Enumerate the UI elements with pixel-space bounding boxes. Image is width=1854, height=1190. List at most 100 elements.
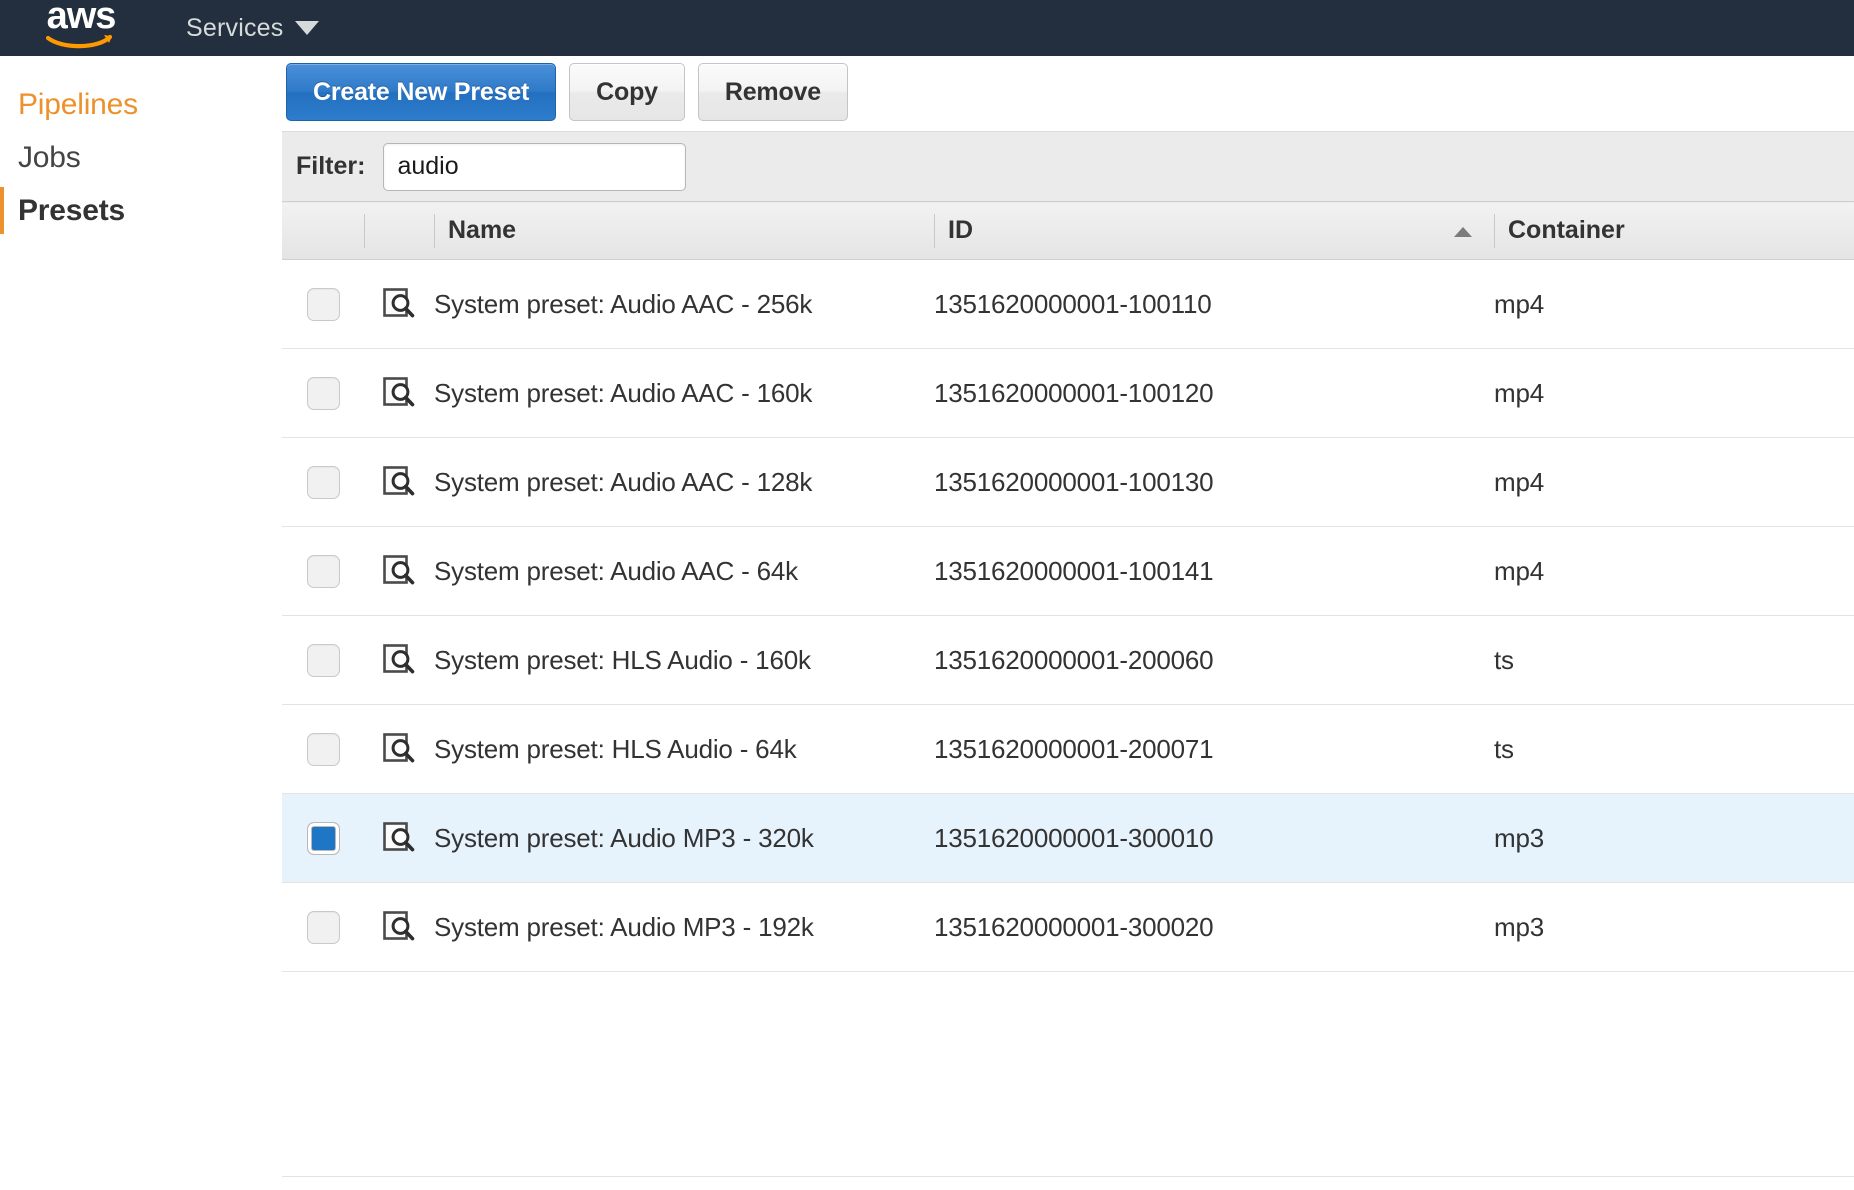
column-header-container[interactable]: Container (1494, 201, 1854, 260)
filter-label: Filter: (296, 152, 366, 180)
row-container-cell: mp4 (1494, 348, 1854, 438)
preset-name: System preset: Audio MP3 - 320k (434, 822, 814, 853)
preset-name: System preset: HLS Audio - 160k (434, 644, 811, 675)
row-checkbox[interactable] (306, 643, 340, 677)
preset-container: mp4 (1494, 466, 1544, 497)
row-container-cell: mp4 (1494, 526, 1854, 616)
row-name-cell: System preset: Audio AAC - 256k (434, 259, 934, 349)
row-select-cell (282, 704, 364, 794)
preset-container: mp3 (1494, 911, 1544, 942)
left-sidebar: Pipelines Jobs Presets (0, 56, 282, 1190)
column-header-id-label: ID (948, 216, 973, 244)
preset-container: mp3 (1494, 822, 1544, 853)
column-header-name[interactable]: Name (434, 201, 934, 260)
row-view-cell (364, 437, 434, 527)
aws-top-navbar: aws Services (0, 0, 1854, 56)
column-header-view (364, 201, 434, 260)
row-name-cell: System preset: HLS Audio - 160k (434, 615, 934, 705)
table-row[interactable]: System preset: Audio AAC - 256k 135162000… (282, 259, 1854, 349)
row-view-cell (364, 704, 434, 794)
view-details-icon[interactable] (382, 910, 416, 941)
row-view-cell (364, 882, 434, 972)
table-row[interactable]: System preset: Audio AAC - 160k 135162000… (282, 348, 1854, 438)
sidebar-item-jobs[interactable]: Jobs (0, 131, 282, 184)
row-name-cell: System preset: HLS Audio - 64k (434, 704, 934, 794)
row-id-cell: 1351620000001-200060 (934, 615, 1494, 705)
row-name-cell: System preset: Audio MP3 - 192k (434, 882, 934, 972)
view-details-icon[interactable] (382, 821, 416, 852)
view-details-icon[interactable] (382, 732, 416, 763)
aws-smile-icon (46, 34, 113, 49)
main-content: Create New Preset Copy Remove Filter: Na… (282, 56, 1854, 1190)
services-menu-label: Services (186, 13, 284, 42)
table-bottom-divider (282, 1176, 1854, 1177)
sidebar-item-pipelines[interactable]: Pipelines (0, 78, 282, 131)
row-checkbox[interactable] (306, 554, 340, 588)
table-row[interactable]: System preset: HLS Audio - 64k 1351620000… (282, 704, 1854, 794)
table-row[interactable]: System preset: Audio MP3 - 320k 135162000… (282, 793, 1854, 883)
row-checkbox[interactable] (306, 376, 340, 410)
row-container-cell: mp4 (1494, 259, 1854, 349)
table-row[interactable]: System preset: Audio AAC - 128k 135162000… (282, 437, 1854, 527)
preset-id: 1351620000001-100120 (934, 377, 1214, 408)
row-container-cell: ts (1494, 615, 1854, 705)
column-header-name-label: Name (448, 216, 517, 244)
preset-name: System preset: Audio MP3 - 192k (434, 911, 814, 942)
aws-smile-logo[interactable]: aws (38, 0, 124, 51)
row-id-cell: 1351620000001-300020 (934, 882, 1494, 972)
row-container-cell: mp3 (1494, 793, 1854, 883)
row-id-cell: 1351620000001-300010 (934, 793, 1494, 883)
table-row[interactable]: System preset: HLS Audio - 160k 135162000… (282, 615, 1854, 705)
view-details-icon[interactable] (382, 376, 416, 407)
column-header-container-label: Container (1508, 216, 1625, 244)
row-id-cell: 1351620000001-100110 (934, 259, 1494, 349)
row-container-cell: ts (1494, 704, 1854, 794)
table-row[interactable]: System preset: Audio MP3 - 192k 135162000… (282, 882, 1854, 972)
preset-id: 1351620000001-100141 (934, 555, 1214, 586)
presets-toolbar: Create New Preset Copy Remove (282, 56, 1854, 131)
create-new-preset-button[interactable]: Create New Preset (286, 63, 557, 121)
row-select-cell (282, 793, 364, 883)
preset-name: System preset: HLS Audio - 64k (434, 733, 797, 764)
preset-id: 1351620000001-300020 (934, 911, 1214, 942)
row-checkbox[interactable] (306, 910, 340, 944)
row-id-cell: 1351620000001-200071 (934, 704, 1494, 794)
column-header-id[interactable]: ID (934, 201, 1494, 260)
row-id-cell: 1351620000001-100120 (934, 348, 1494, 438)
presets-table: Name ID Container System preset: Audio A… (282, 201, 1854, 972)
table-row[interactable]: System preset: Audio AAC - 64k 1351620000… (282, 526, 1854, 616)
sort-ascending-icon (1454, 226, 1472, 237)
preset-name: System preset: Audio AAC - 128k (434, 466, 813, 497)
preset-name: System preset: Audio AAC - 64k (434, 555, 798, 586)
presets-table-body: System preset: Audio AAC - 256k 135162000… (282, 259, 1854, 972)
services-menu-button[interactable]: Services (186, 0, 320, 56)
row-select-cell (282, 882, 364, 972)
view-details-icon[interactable] (382, 643, 416, 674)
view-details-icon[interactable] (382, 287, 416, 318)
remove-button[interactable]: Remove (697, 63, 848, 121)
column-header-select (282, 201, 364, 260)
copy-button[interactable]: Copy (569, 63, 685, 121)
view-details-icon[interactable] (382, 554, 416, 585)
preset-id: 1351620000001-100110 (934, 288, 1212, 319)
view-details-icon[interactable] (382, 465, 416, 496)
row-checkbox[interactable] (306, 821, 340, 855)
row-view-cell (364, 615, 434, 705)
row-select-cell (282, 437, 364, 527)
preset-id: 1351620000001-200060 (934, 644, 1214, 675)
row-name-cell: System preset: Audio AAC - 128k (434, 437, 934, 527)
row-name-cell: System preset: Audio AAC - 64k (434, 526, 934, 616)
row-select-cell (282, 526, 364, 616)
preset-container: ts (1494, 733, 1514, 764)
presets-table-header: Name ID Container (282, 201, 1854, 260)
row-checkbox[interactable] (306, 465, 340, 499)
preset-name: System preset: Audio AAC - 256k (434, 288, 813, 319)
sidebar-item-presets[interactable]: Presets (0, 184, 282, 237)
filter-input[interactable] (383, 142, 687, 191)
row-view-cell (364, 348, 434, 438)
row-checkbox[interactable] (306, 287, 340, 321)
row-checkbox[interactable] (306, 732, 340, 766)
row-select-cell (282, 348, 364, 438)
table-header-row: Name ID Container (282, 201, 1854, 260)
row-container-cell: mp4 (1494, 437, 1854, 527)
